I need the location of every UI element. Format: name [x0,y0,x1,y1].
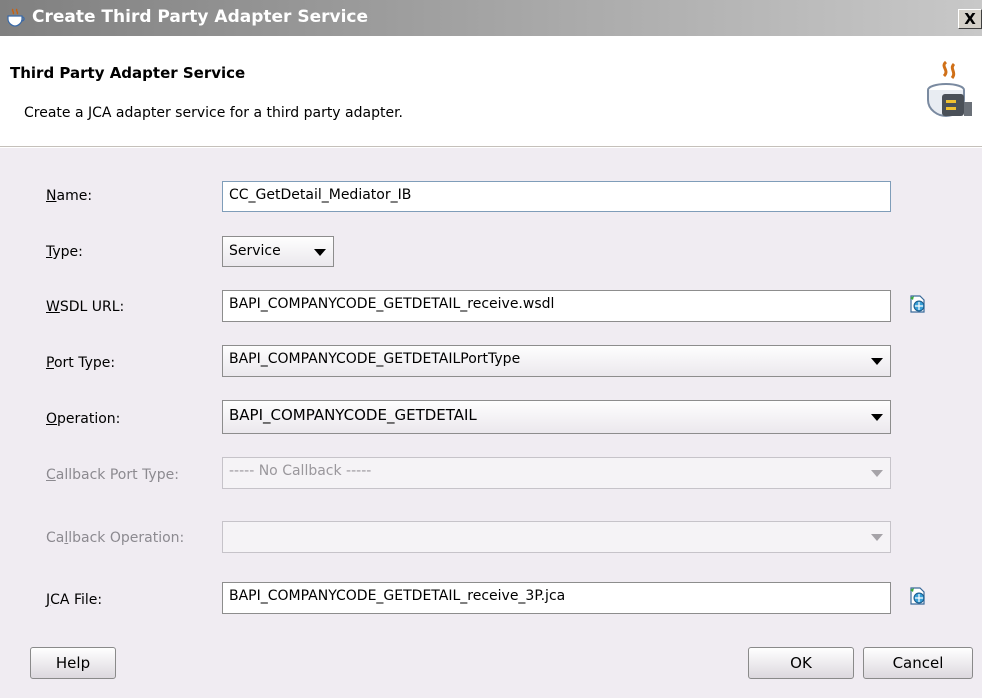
type-dropdown[interactable]: Service [222,236,334,267]
jca-browse-icon[interactable] [908,586,928,606]
header-banner: Third Party Adapter Service Create a JCA… [0,36,982,146]
close-button[interactable]: X [958,9,982,29]
cancel-button[interactable]: Cancel [863,647,973,679]
port-type-dropdown[interactable]: BAPI_COMPANYCODE_GETDETAILPortType [222,345,891,377]
wsdl-url-label: WSDL URL: [46,299,125,315]
jca-file-field[interactable]: BAPI_COMPANYCODE_GETDETAIL_receive_3P.jc… [222,582,891,614]
adapter-plug-icon [927,60,972,118]
port-type-label: Port Type: [46,355,116,371]
operation-dropdown[interactable]: BAPI_COMPANYCODE_GETDETAIL [222,400,891,434]
callback-port-type-value: ----- No Callback ----- [229,463,372,479]
wsdl-browse-icon[interactable] [908,294,928,314]
chevron-down-icon [314,249,326,256]
window-title: Create Third Party Adapter Service [32,7,369,27]
callback-port-type-label: Callback Port Type: [46,467,179,483]
chevron-down-icon [871,414,883,421]
name-label: Name: [46,188,93,204]
chevron-down-icon [871,534,883,541]
ok-button[interactable]: OK [748,647,854,679]
type-label: Type: [46,244,83,260]
operation-value: BAPI_COMPANYCODE_GETDETAIL [229,406,477,424]
callback-operation-dropdown[interactable] [222,521,891,553]
name-input[interactable]: CC_GetDetail_Mediator_IB [222,181,891,212]
port-type-value: BAPI_COMPANYCODE_GETDETAILPortType [229,351,521,367]
coffee-cup-icon [7,8,25,27]
callback-operation-label: Callback Operation: [46,530,185,546]
page-title: Third Party Adapter Service [10,64,246,82]
operation-label: Operation: [46,411,121,427]
type-dropdown-value: Service [229,243,281,259]
chevron-down-icon [871,358,883,365]
wsdl-url-field[interactable]: BAPI_COMPANYCODE_GETDETAIL_receive.wsdl [222,290,891,322]
jca-file-label: JCA File: [46,592,103,608]
chevron-down-icon [871,470,883,477]
help-button[interactable]: Help [30,647,116,679]
title-bar: Create Third Party Adapter Service X [0,0,982,36]
callback-port-type-dropdown[interactable]: ----- No Callback ----- [222,457,891,489]
page-description: Create a JCA adapter service for a third… [24,105,403,121]
